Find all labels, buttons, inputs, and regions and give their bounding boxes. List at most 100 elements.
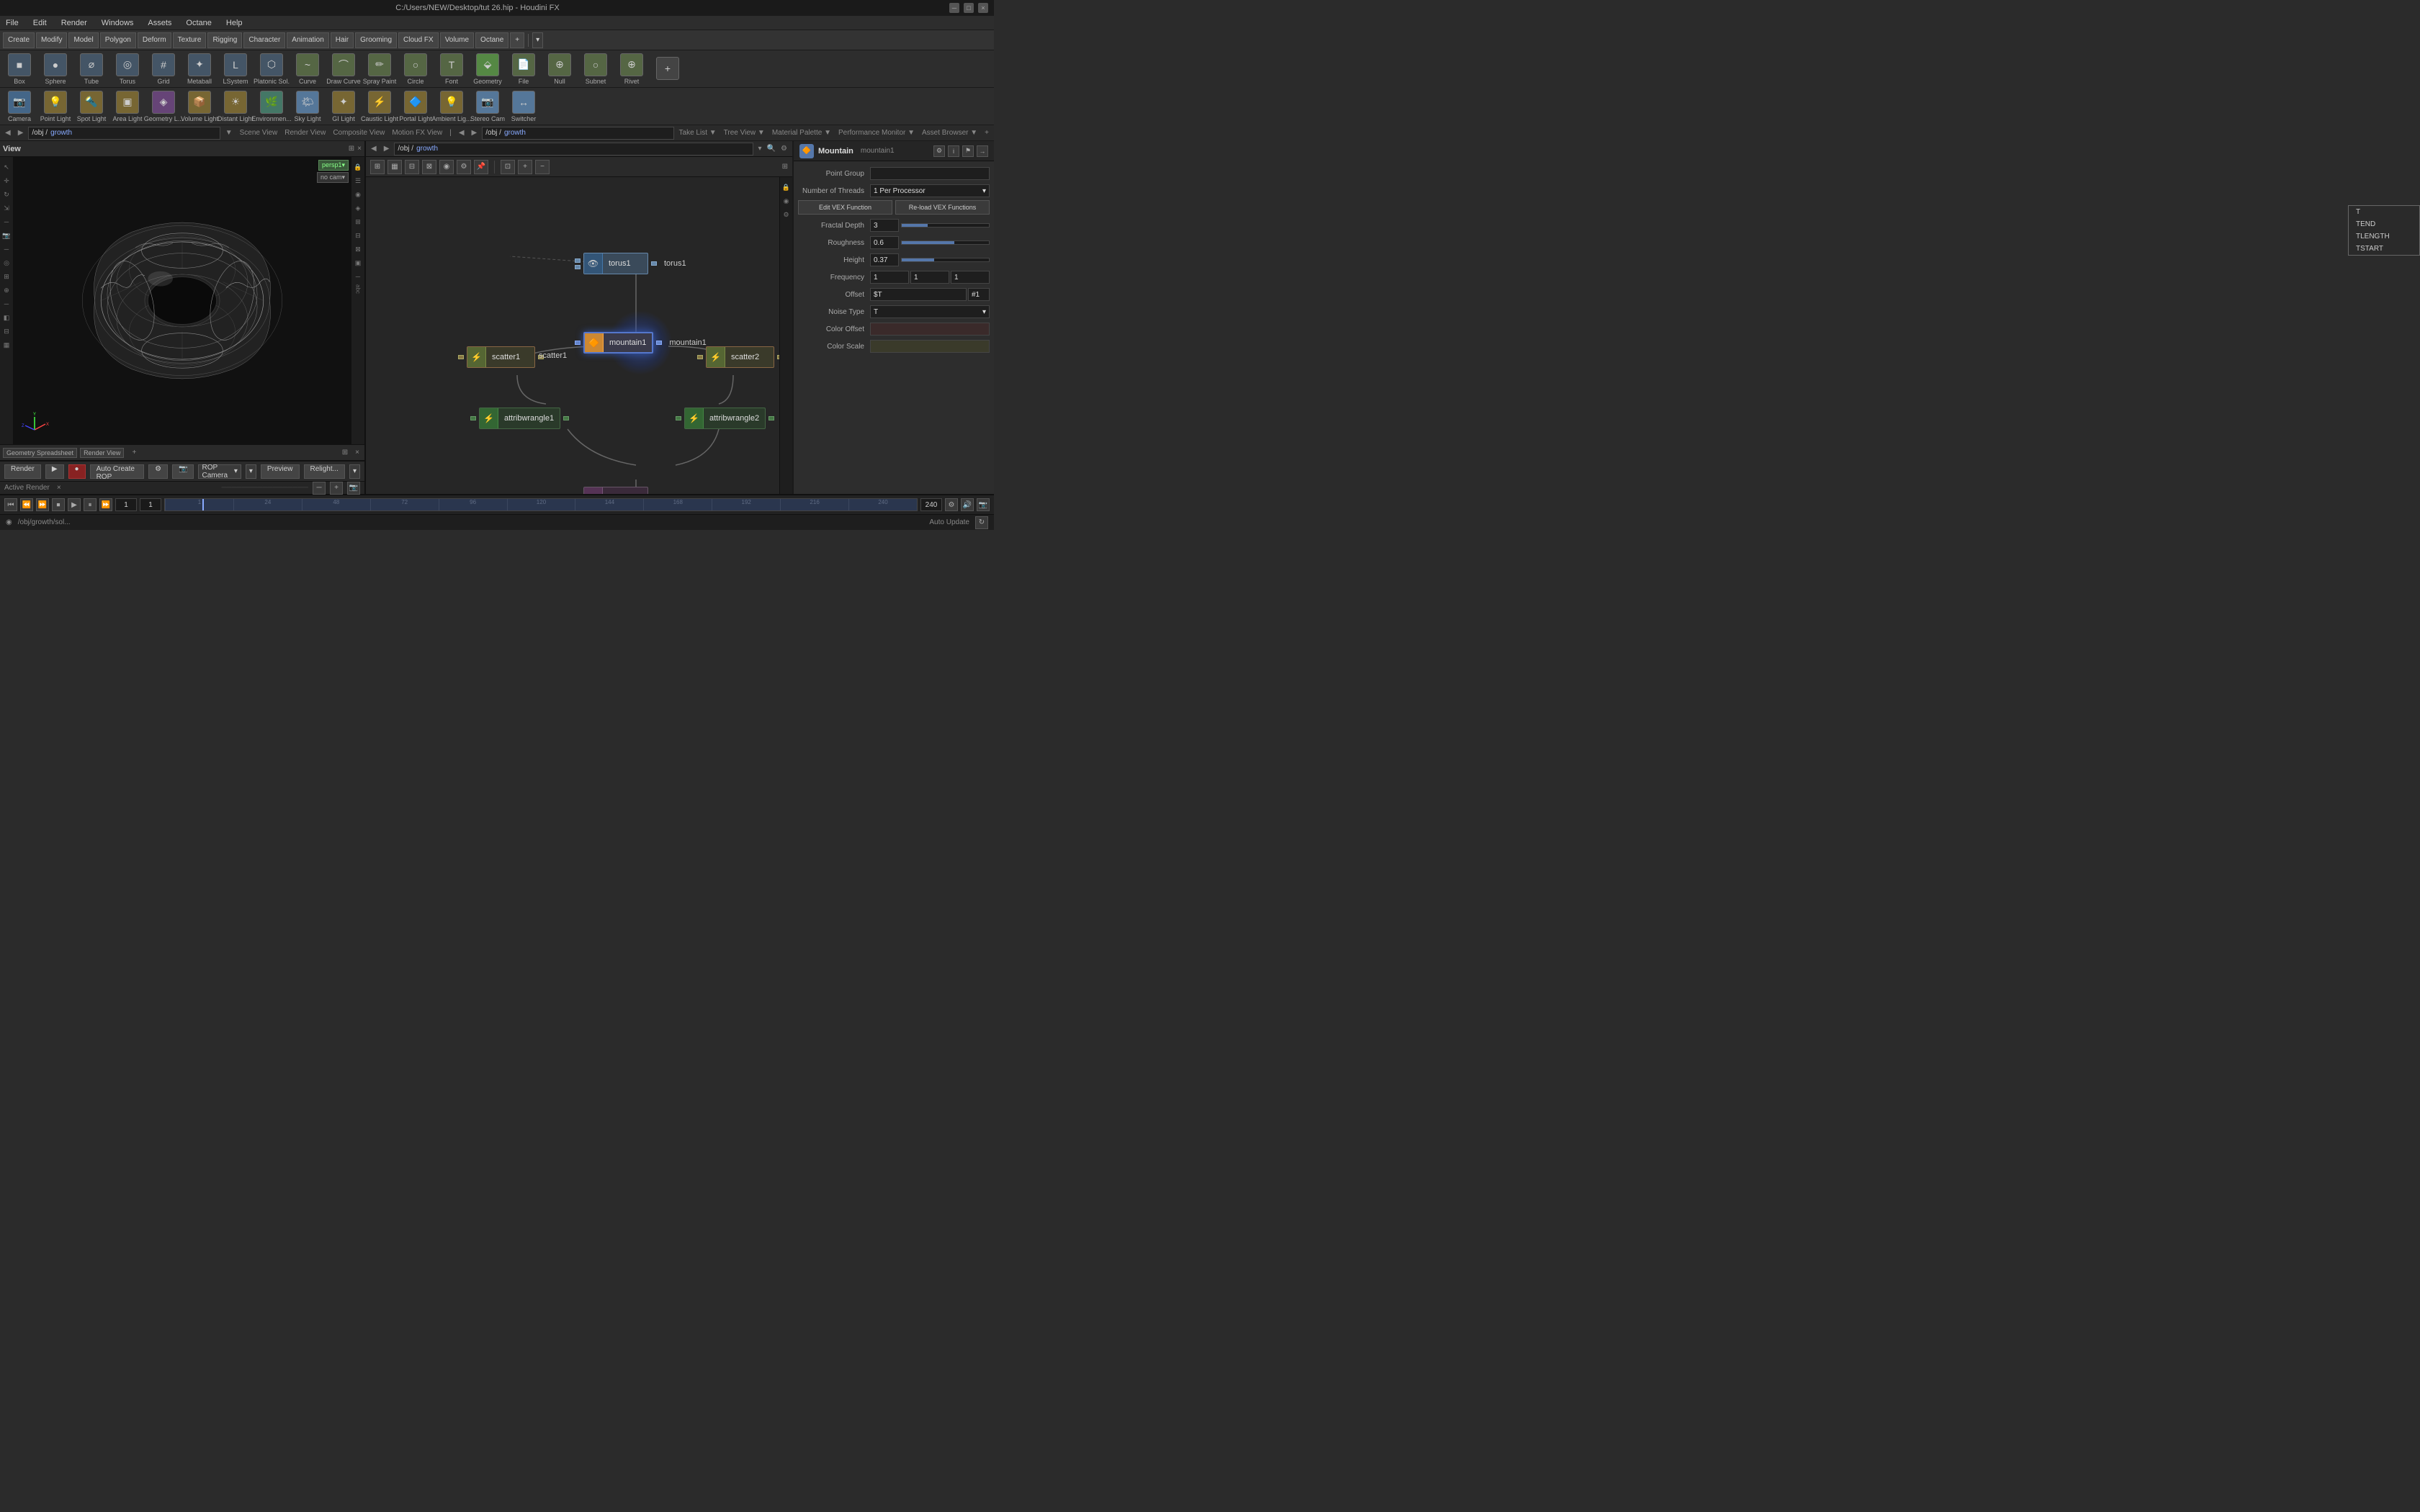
ng-zoom-out[interactable]: − — [535, 160, 550, 174]
shelf-point-light[interactable]: 💡 Point Light — [39, 91, 72, 122]
nav-render-view[interactable]: Render View — [282, 129, 328, 137]
props-flag[interactable]: ⚑ — [962, 145, 974, 157]
tool-snap[interactable]: ◎ — [1, 257, 12, 269]
shelf-sky-light[interactable]: 🌤 Sky Light — [291, 91, 324, 122]
noise-type-dropdown[interactable]: T ▾ — [870, 305, 990, 318]
shelf-grid[interactable]: # Grid — [147, 53, 180, 85]
tl-audio[interactable]: 🔊 — [961, 498, 974, 511]
vp-lock[interactable]: 🔒 — [352, 161, 364, 173]
fractal-depth-value[interactable]: 3 — [870, 219, 899, 232]
node-scatter2[interactable]: ⚡ scatter2 scatter2 — [697, 346, 792, 368]
num-threads-dropdown[interactable]: 1 Per Processor ▾ — [870, 184, 990, 197]
3d-viewport[interactable]: persp1▾ no cam▾ X Y Z — [13, 157, 351, 444]
menu-help[interactable]: Help — [223, 19, 246, 27]
vp-expand[interactable]: ⊞ — [349, 145, 354, 153]
auto-update-label[interactable]: Auto Update — [929, 518, 969, 526]
tool-manip[interactable]: ⊞ — [1, 271, 12, 282]
tl-prev-key[interactable]: ⏪ — [20, 498, 33, 511]
tb-polygon[interactable]: Polygon — [100, 32, 136, 48]
shelf-stereo-cam[interactable]: 📷 Stereo Cam — [471, 91, 504, 122]
ng-tb1[interactable]: ⊞ — [370, 160, 385, 174]
nav-back2[interactable]: ◀ — [457, 129, 467, 137]
props-info[interactable]: i — [948, 145, 959, 157]
vp-disp1[interactable]: ◉ — [352, 189, 364, 200]
node-attribwrangle1[interactable]: ⚡ attribwrangle1 — [470, 408, 569, 429]
edit-vex-btn[interactable]: Edit VEX Function — [798, 200, 892, 215]
point-group-value[interactable] — [870, 167, 990, 180]
menu-render[interactable]: Render — [58, 19, 90, 27]
ng-tb4[interactable]: ⊠ — [422, 160, 436, 174]
render-cam2[interactable]: 📷 — [347, 482, 360, 495]
menu-file[interactable]: File — [3, 19, 22, 27]
shelf-area-light[interactable]: ▣ Area Light — [111, 91, 144, 122]
render-button[interactable]: Render — [4, 464, 41, 479]
node-graph-canvas[interactable]: 👁 torus1 torus1 ⚡ scatter1 — [366, 177, 792, 494]
vp-view-opts[interactable]: ☰ — [352, 175, 364, 186]
tl-prev[interactable]: ⏩ — [36, 498, 49, 511]
shelf-rivet[interactable]: ⊕ Rivet — [615, 53, 648, 85]
tb-volume[interactable]: Volume — [440, 32, 474, 48]
tb-character[interactable]: Character — [243, 32, 285, 48]
shelf-camera[interactable]: 📷 Camera — [3, 91, 36, 122]
auto-create-rop[interactable]: Auto Create ROP — [90, 464, 145, 479]
offset-value[interactable]: $T — [870, 288, 967, 301]
color-offset-value[interactable] — [870, 323, 990, 336]
render-minus[interactable]: ─ — [313, 482, 326, 495]
nav-asset-browser[interactable]: Asset Browser ▼ — [920, 129, 980, 137]
panel-close[interactable]: × — [353, 449, 362, 456]
shelf-file[interactable]: 📄 File — [507, 53, 540, 85]
ng-search[interactable]: 🔍 — [767, 145, 776, 153]
close-button[interactable]: × — [978, 3, 988, 13]
ng-settings2[interactable]: ⚙ — [781, 209, 792, 220]
shelf-torus[interactable]: ◎ Torus — [111, 53, 144, 85]
vp-disp3[interactable]: ⊞ — [352, 216, 364, 228]
props-arrow[interactable]: → — [977, 145, 988, 157]
ng-tb3[interactable]: ⊟ — [405, 160, 419, 174]
nav-fwd[interactable]: ▶ — [16, 129, 26, 137]
status-refresh[interactable]: ↻ — [975, 516, 988, 529]
render-view-tab[interactable]: Render View — [80, 448, 124, 458]
ng-path[interactable]: /obj / growth — [394, 143, 753, 156]
ng-tb5[interactable]: ◉ — [439, 160, 454, 174]
roughness-value[interactable]: 0.6 — [870, 236, 899, 249]
tb-hair[interactable]: Hair — [331, 32, 354, 48]
tl-stop[interactable]: ⏹ — [52, 498, 65, 511]
nav-fwd2[interactable]: ▶ — [470, 129, 480, 137]
timeline-bar[interactable]: 1 24 48 72 96 120 144 168 192 216 240 — [164, 498, 918, 511]
ng-path-dropdown[interactable]: ▾ — [756, 145, 764, 153]
nav-plus[interactable]: + — [982, 129, 991, 137]
vp-close[interactable]: × — [357, 145, 362, 153]
nav-tree-view[interactable]: Tree View ▼ — [722, 129, 767, 137]
camera-badge[interactable]: no cam▾ — [317, 172, 349, 183]
ng-fwd[interactable]: ▶ — [382, 145, 392, 153]
nav-performance[interactable]: Performance Monitor ▼ — [836, 129, 917, 137]
shelf-caustic-light[interactable]: ⚡ Caustic Light — [363, 91, 396, 122]
tl-frame-start[interactable]: 1 — [115, 498, 137, 511]
tool-camera[interactable]: 📷 — [1, 230, 12, 241]
render-dropdown2[interactable]: ▾ — [246, 464, 256, 479]
node-scatter1[interactable]: ⚡ scatter1 — [458, 346, 544, 368]
render-record[interactable]: ● — [68, 464, 86, 479]
shelf-switcher[interactable]: ↔ Switcher — [507, 91, 540, 122]
menu-windows[interactable]: Windows — [99, 19, 137, 27]
ng-tb7[interactable]: 📌 — [474, 160, 488, 174]
shelf-volume-light[interactable]: 📦 Volume Light — [183, 91, 216, 122]
add-panel-btn[interactable]: + — [130, 449, 138, 456]
tl-playhead[interactable] — [202, 499, 204, 510]
shelf-geometry-light[interactable]: ◈ Geometry L... — [147, 91, 180, 122]
tl-next[interactable]: ⏩ — [99, 498, 112, 511]
minimize-button[interactable]: ─ — [949, 3, 959, 13]
vp-disp6[interactable]: ▣ — [352, 257, 364, 269]
reload-vex-btn[interactable]: Re-load VEX Functions — [895, 200, 990, 215]
tb-plus[interactable]: + — [510, 32, 524, 48]
tb-deform[interactable]: Deform — [138, 32, 171, 48]
shelf-box[interactable]: ■ Box — [3, 53, 36, 85]
shelf-geometry[interactable]: ⬙ Geometry — [471, 53, 504, 85]
shelf-portal-light[interactable]: 🔷 Portal Light — [399, 91, 432, 122]
nav-dropdown-left[interactable]: ▼ — [223, 129, 235, 137]
ng-zoom-fit[interactable]: ⊡ — [501, 160, 515, 174]
tool-scale[interactable]: ⇲ — [1, 202, 12, 214]
relight-btn[interactable]: Relight... — [304, 464, 345, 479]
vp-disp2[interactable]: ◈ — [352, 202, 364, 214]
props-gear[interactable]: ⚙ — [933, 145, 945, 157]
